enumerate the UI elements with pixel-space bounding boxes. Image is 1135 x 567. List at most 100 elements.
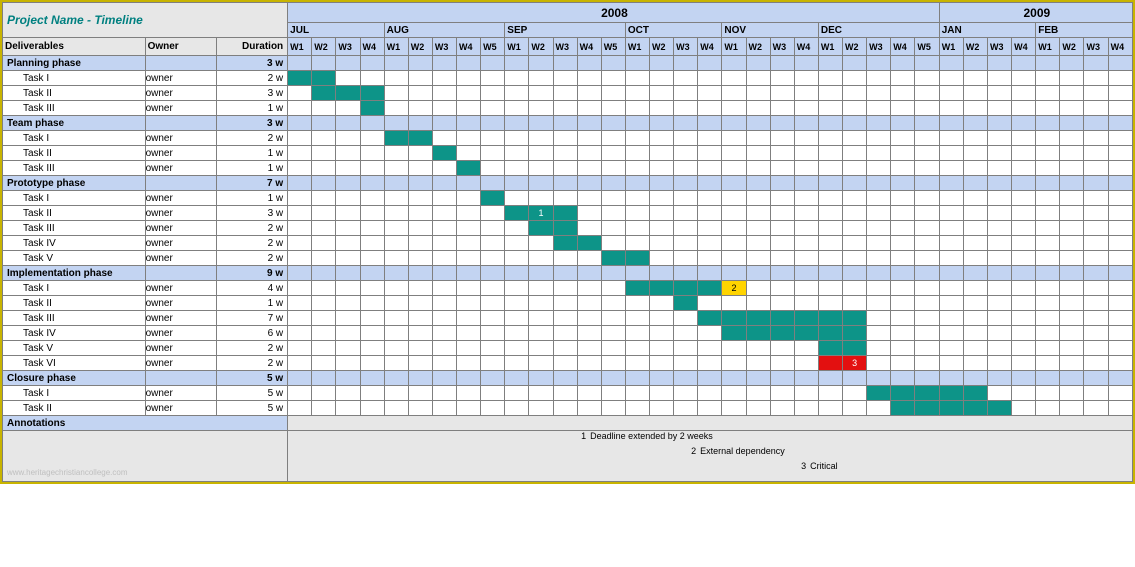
task-owner: owner bbox=[145, 101, 216, 116]
gantt-cell bbox=[360, 176, 384, 191]
gantt-cell bbox=[529, 131, 553, 146]
gantt-cell bbox=[577, 311, 601, 326]
gantt-cell bbox=[939, 176, 963, 191]
gantt-cell bbox=[312, 401, 336, 416]
gantt-cell bbox=[722, 326, 746, 341]
gantt-cell bbox=[891, 146, 915, 161]
gantt-cell bbox=[891, 371, 915, 386]
gantt-cell bbox=[553, 341, 577, 356]
gantt-cell bbox=[577, 191, 601, 206]
task-owner: owner bbox=[145, 401, 216, 416]
gantt-cell bbox=[1012, 71, 1036, 86]
gantt-cell bbox=[891, 326, 915, 341]
gantt-cell bbox=[288, 311, 312, 326]
gantt-cell bbox=[674, 236, 698, 251]
gantt-cell bbox=[698, 116, 722, 131]
gantt-cell bbox=[650, 71, 674, 86]
gantt-cell bbox=[481, 281, 505, 296]
gantt-cell bbox=[818, 101, 842, 116]
gantt-cell bbox=[1108, 386, 1132, 401]
gantt-cell bbox=[432, 236, 456, 251]
gantt-cell bbox=[746, 281, 770, 296]
gantt-cell bbox=[770, 326, 794, 341]
gantt-cell bbox=[650, 266, 674, 281]
gantt-cell bbox=[481, 176, 505, 191]
gantt-cell bbox=[1060, 176, 1084, 191]
gantt-cell bbox=[529, 71, 553, 86]
gantt-cell: 2 bbox=[722, 281, 746, 296]
gantt-cell bbox=[481, 356, 505, 371]
gantt-cell bbox=[891, 221, 915, 236]
gantt-cell bbox=[722, 356, 746, 371]
gantt-cell bbox=[987, 221, 1011, 236]
gantt-cell bbox=[1060, 131, 1084, 146]
gantt-cell bbox=[384, 101, 408, 116]
gantt-cell bbox=[553, 326, 577, 341]
gantt-cell bbox=[1012, 371, 1036, 386]
gantt-cell bbox=[384, 251, 408, 266]
gantt-cell bbox=[577, 356, 601, 371]
gantt-cell bbox=[746, 146, 770, 161]
gantt-cell bbox=[1036, 251, 1060, 266]
gantt-cell bbox=[1012, 176, 1036, 191]
task-name: Task II bbox=[3, 206, 146, 221]
gantt-cell: 3 bbox=[843, 356, 867, 371]
gantt-cell bbox=[963, 311, 987, 326]
gantt-cell bbox=[1060, 161, 1084, 176]
gantt-cell bbox=[601, 101, 625, 116]
gantt-cell bbox=[746, 251, 770, 266]
week-header: W3 bbox=[1084, 38, 1108, 56]
gantt-cell bbox=[312, 116, 336, 131]
month-header: OCT bbox=[625, 23, 722, 38]
gantt-cell bbox=[625, 326, 649, 341]
task-duration: 1 w bbox=[216, 146, 287, 161]
gantt-cell bbox=[1108, 176, 1132, 191]
gantt-cell bbox=[577, 221, 601, 236]
col-head-duration: Duration bbox=[216, 38, 287, 56]
gantt-cell bbox=[843, 401, 867, 416]
gantt-cell bbox=[505, 311, 529, 326]
gantt-cell bbox=[481, 236, 505, 251]
gantt-cell bbox=[312, 236, 336, 251]
gantt-cell bbox=[939, 116, 963, 131]
gantt-cell bbox=[625, 266, 649, 281]
gantt-cell bbox=[384, 236, 408, 251]
gantt-cell bbox=[722, 161, 746, 176]
gantt-cell bbox=[915, 206, 939, 221]
gantt-cell bbox=[1060, 206, 1084, 221]
gantt-cell bbox=[481, 131, 505, 146]
gantt-cell bbox=[1060, 71, 1084, 86]
week-header: W1 bbox=[1036, 38, 1060, 56]
gantt-cell bbox=[1060, 191, 1084, 206]
gantt-cell bbox=[505, 341, 529, 356]
phase-name: Team phase bbox=[3, 116, 146, 131]
gantt-cell bbox=[939, 71, 963, 86]
gantt-cell bbox=[601, 401, 625, 416]
gantt-cell bbox=[384, 176, 408, 191]
gantt-cell bbox=[987, 251, 1011, 266]
phase-duration: 5 w bbox=[216, 371, 287, 386]
gantt-cell bbox=[384, 206, 408, 221]
gantt-cell bbox=[529, 86, 553, 101]
gantt-cell bbox=[312, 251, 336, 266]
gantt-cell bbox=[288, 161, 312, 176]
gantt-cell bbox=[505, 176, 529, 191]
gantt-cell bbox=[336, 311, 360, 326]
gantt-cell bbox=[505, 236, 529, 251]
gantt-cell bbox=[384, 71, 408, 86]
gantt-cell bbox=[384, 386, 408, 401]
gantt-cell bbox=[288, 371, 312, 386]
gantt-cell bbox=[457, 161, 481, 176]
gantt-cell bbox=[601, 56, 625, 71]
gantt-cell bbox=[698, 101, 722, 116]
gantt-cell bbox=[408, 236, 432, 251]
gantt-cell bbox=[698, 296, 722, 311]
gantt-cell bbox=[963, 71, 987, 86]
gantt-cell bbox=[336, 206, 360, 221]
gantt-cell bbox=[360, 71, 384, 86]
gantt-cell bbox=[746, 101, 770, 116]
gantt-cell bbox=[722, 341, 746, 356]
gantt-cell bbox=[288, 116, 312, 131]
gantt-cell bbox=[770, 116, 794, 131]
gantt-cell bbox=[746, 341, 770, 356]
